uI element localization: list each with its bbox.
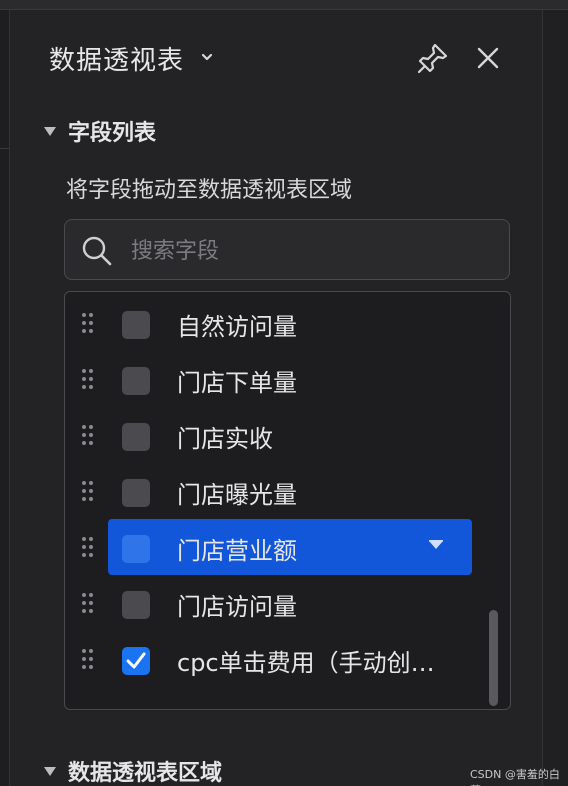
collapse-triangle-icon xyxy=(44,126,56,136)
list-item[interactable]: 自然访问量 xyxy=(65,295,495,351)
watermark-text: CSDN @害羞的白菜 xyxy=(470,768,560,786)
field-label: cpc单击费用（手动创… xyxy=(177,649,435,677)
list-item-selected[interactable]: 门店营业额 xyxy=(65,519,495,575)
section-label-field-list: 字段列表 xyxy=(68,121,157,146)
drag-handle-icon[interactable] xyxy=(82,425,94,445)
drag-handle-icon[interactable] xyxy=(82,481,94,501)
field-checkbox[interactable] xyxy=(122,311,150,339)
list-item[interactable]: 门店访问量 xyxy=(65,575,495,631)
list-item[interactable]: 门店曝光量 xyxy=(65,463,495,519)
field-label: 门店实收 xyxy=(177,425,273,453)
left-pane-edge xyxy=(0,10,10,786)
field-checkbox[interactable] xyxy=(122,591,150,619)
field-checkbox[interactable] xyxy=(122,423,150,451)
field-checkbox[interactable] xyxy=(122,367,150,395)
field-checkbox[interactable] xyxy=(122,535,150,563)
checkmark-icon xyxy=(126,652,146,669)
scrollbar-thumb[interactable] xyxy=(489,610,498,706)
left-pane-divider xyxy=(0,148,9,149)
window-top-strip xyxy=(0,0,568,10)
field-label: 自然访问量 xyxy=(177,313,297,341)
dropdown-triangle-icon[interactable] xyxy=(428,540,444,550)
drag-hint-text: 将字段拖动至数据透视表区域 xyxy=(66,178,353,203)
field-checkbox-checked[interactable] xyxy=(122,647,150,675)
panel-title: 数据透视表 xyxy=(49,46,185,76)
search-icon xyxy=(82,236,112,266)
field-label: 门店下单量 xyxy=(177,369,297,397)
section-header-field-list[interactable]: 字段列表 xyxy=(44,117,157,146)
drag-handle-icon[interactable] xyxy=(82,313,94,333)
right-pane-edge xyxy=(542,10,568,786)
field-label: 门店访问量 xyxy=(177,593,297,621)
collapse-triangle-icon xyxy=(44,766,56,776)
pivot-table-panel: 数据透视表 字段列表 将字段拖动至数据透视表区域 自然访问量 xyxy=(0,0,568,786)
list-item[interactable]: 门店实收 xyxy=(65,407,495,463)
section-label-pivot-area: 数据透视表区域 xyxy=(68,761,223,786)
drag-handle-icon[interactable] xyxy=(82,593,94,613)
close-icon[interactable] xyxy=(473,43,503,73)
pin-icon[interactable] xyxy=(416,41,450,75)
field-list: 自然访问量 门店下单量 门店实收 门店曝光量 门店营业额 门店访问量 cpc单击… xyxy=(64,291,511,710)
list-item[interactable]: 门店下单量 xyxy=(65,351,495,407)
list-item[interactable]: cpc单击费用（手动创… xyxy=(65,631,495,687)
drag-handle-icon[interactable] xyxy=(82,649,94,669)
chevron-down-icon[interactable] xyxy=(200,52,214,62)
search-input[interactable] xyxy=(129,232,493,270)
drag-handle-icon[interactable] xyxy=(82,537,94,557)
search-box[interactable] xyxy=(64,219,510,280)
field-label: 门店曝光量 xyxy=(177,481,297,509)
field-checkbox[interactable] xyxy=(122,479,150,507)
section-header-pivot-area[interactable]: 数据透视表区域 xyxy=(44,757,223,786)
drag-handle-icon[interactable] xyxy=(82,369,94,389)
field-label: 门店营业额 xyxy=(177,537,297,565)
